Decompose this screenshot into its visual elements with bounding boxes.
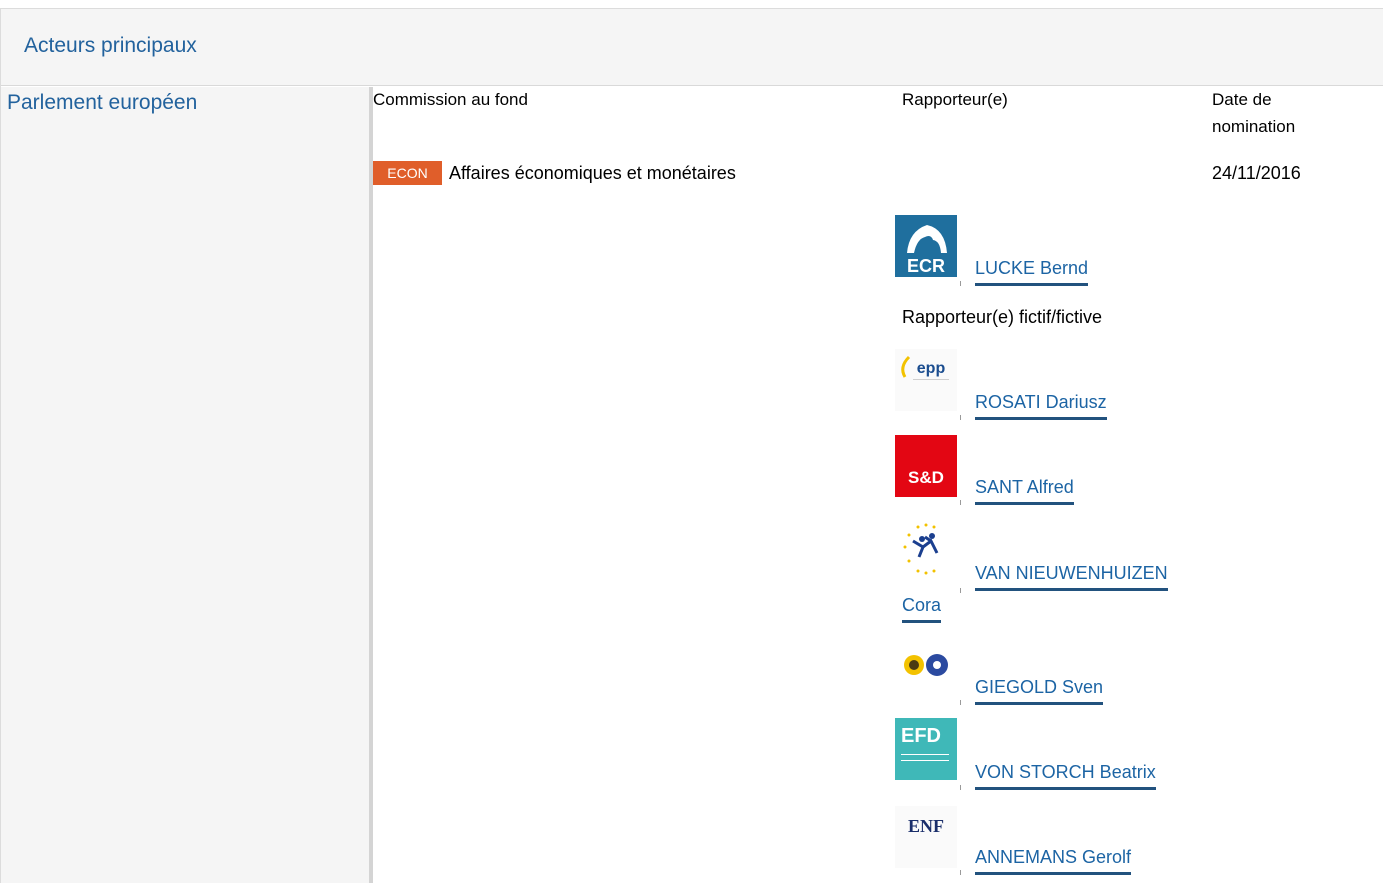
logo-separator xyxy=(960,700,961,705)
shadow-rapporteur-link-continued[interactable]: Cora xyxy=(902,593,942,623)
logo-separator xyxy=(960,415,961,420)
date-column-header-line2: nomination xyxy=(1212,117,1296,136)
nomination-date: 24/11/2016 xyxy=(1212,163,1301,183)
date-column-header-line1: Date de xyxy=(1212,90,1272,109)
section-header: Acteurs principaux xyxy=(1,9,1383,86)
institution-column: Parlement européen xyxy=(1,87,369,883)
svg-text:epp: epp xyxy=(917,360,946,377)
sd-group-logo: S&D xyxy=(895,435,957,497)
column-divider xyxy=(369,87,373,883)
ecr-group-logo: ECR xyxy=(895,215,957,277)
committee-column-header: Commission au fond xyxy=(373,90,528,109)
institution-label: Parlement européen xyxy=(7,91,198,114)
shadow-rapporteur-link[interactable]: ROSATI Dariusz xyxy=(975,390,1107,420)
logo-separator xyxy=(960,870,961,875)
shadow-rapporteur-link[interactable]: VAN NIEUWENHUIZEN xyxy=(975,561,1168,591)
logo-separator xyxy=(960,785,961,790)
rapporteur-column-header: Rapporteur(e) xyxy=(902,90,1008,109)
efd-group-logo: EFD xyxy=(895,718,957,780)
svg-text:EFD: EFD xyxy=(901,725,941,747)
shadow-rapporteur-label: Rapporteur(e) fictif/fictive xyxy=(902,307,1103,327)
enf-group-logo: ENF xyxy=(895,806,957,868)
shadow-rapporteur-link[interactable]: ANNEMANS Gerolf xyxy=(975,845,1132,875)
svg-text:ECR: ECR xyxy=(907,256,945,276)
shadow-rapporteur-link[interactable]: VON STORCH Beatrix xyxy=(975,760,1156,790)
logo-separator xyxy=(960,281,961,286)
svg-text:ENF: ENF xyxy=(908,816,944,836)
committee-code-badge: ECON xyxy=(373,161,442,185)
greens-efa-group-logo xyxy=(895,646,957,708)
shadow-rapporteur-link[interactable]: SANT Alfred xyxy=(975,475,1074,505)
shadow-rapporteur-link[interactable]: GIEGOLD Sven xyxy=(975,675,1104,705)
logo-separator xyxy=(960,588,961,593)
logo-separator xyxy=(960,500,961,505)
alde-group-logo xyxy=(895,519,957,581)
svg-text:S&D: S&D xyxy=(908,468,944,487)
epp-group-logo: epp xyxy=(895,349,957,411)
rapporteur-link[interactable]: LUCKE Bernd xyxy=(975,256,1089,286)
section-title: Acteurs principaux xyxy=(24,34,197,57)
committee-name: Affaires économiques et monétaires xyxy=(449,163,736,183)
